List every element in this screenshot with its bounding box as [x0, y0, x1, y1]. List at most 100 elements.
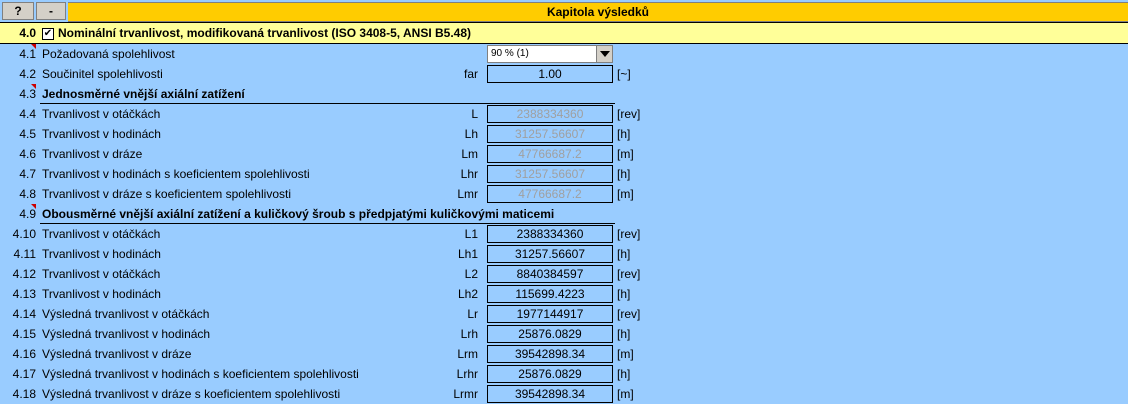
row-life-revolutions: 4.4 Trvanlivost v otáčkách L 2388334360 …: [0, 104, 1128, 124]
row-reliability-factor: 4.2 Součinitel spolehlivosti far 1.00 [~…: [0, 64, 1128, 84]
row-resulting-life-hours: 4.15 Výsledná trvanlivost v hodinách Lrh…: [0, 324, 1128, 344]
row-resulting-life-revolutions: 4.14 Výsledná trvanlivost v otáčkách Lr …: [0, 304, 1128, 324]
help-button[interactable]: ?: [2, 2, 34, 20]
section-checkbox[interactable]: ✔: [42, 28, 54, 40]
row-label: Požadovaná spolehlivost: [42, 47, 175, 61]
row-label: Trvanlivost v otáčkách: [42, 227, 161, 241]
row-symbol: L1: [464, 227, 478, 241]
row-label: Trvanlivost v hodinách: [42, 127, 161, 141]
row-life-hours-1: 4.11 Trvanlivost v hodinách Lh1 31257.56…: [0, 244, 1128, 264]
row-symbol: Lrmr: [453, 387, 478, 401]
row-symbol: Lmr: [457, 187, 478, 201]
row-unit: [m]: [617, 387, 634, 401]
row-label: Trvanlivost v hodinách s koeficientem sp…: [42, 167, 310, 181]
collapse-button[interactable]: -: [36, 2, 66, 20]
row-symbol: Lh2: [457, 287, 478, 301]
row-required-reliability: 4.1 Požadovaná spolehlivost 90 % (1): [0, 44, 1128, 64]
row-symbol: Lm: [461, 147, 478, 161]
row-value: 2388334360: [487, 105, 613, 123]
row-resulting-life-distance-reliability: 4.18 Výsledná trvanlivost v dráze s koef…: [0, 384, 1128, 404]
row-symbol: Lhr: [460, 167, 478, 181]
row-value: 47766687.2: [487, 185, 613, 203]
row-number: 4.9: [19, 207, 36, 221]
row-number: 4.11: [13, 247, 36, 261]
row-life-distance-reliability: 4.8 Trvanlivost v dráze s koeficientem s…: [0, 184, 1128, 204]
row-symbol: L: [471, 107, 478, 121]
row-number: 4.4: [19, 107, 36, 121]
row-value: 31257.56607: [487, 245, 613, 263]
row-life-distance: 4.6 Trvanlivost v dráze Lm 47766687.2 [m…: [0, 144, 1128, 164]
row-label: Výsledná trvanlivost v hodinách s koefic…: [42, 367, 359, 381]
row-number: 4.7: [19, 167, 36, 181]
chevron-down-icon[interactable]: [596, 46, 612, 62]
row-symbol: Lr: [467, 307, 478, 321]
row-life-hours-2: 4.13 Trvanlivost v hodinách Lh2 115699.4…: [0, 284, 1128, 304]
row-value: 25876.0829: [487, 365, 613, 383]
row-label: Výsledná trvanlivost v dráze s koeficien…: [42, 387, 341, 401]
row-unit: [h]: [617, 367, 631, 381]
row-life-revolutions-1: 4.10 Trvanlivost v otáčkách L1 238833436…: [0, 224, 1128, 244]
row-unit: [~]: [617, 67, 631, 81]
row-label: Trvanlivost v hodinách: [42, 247, 161, 261]
row-number: 4.17: [12, 367, 36, 381]
row-unit: [h]: [617, 247, 631, 261]
row-value: 31257.56607: [487, 165, 613, 183]
row-value: 1977144917: [487, 305, 613, 323]
row-number: 4.14: [12, 307, 36, 321]
section-header: 4.0 ✔ Nominální trvanlivost, modifikovan…: [0, 22, 1128, 44]
row-symbol: far: [463, 67, 478, 81]
row-value: 47766687.2: [487, 145, 613, 163]
row-value: 31257.56607: [487, 125, 613, 143]
row-unit: [rev]: [617, 307, 641, 321]
row-value: 115699.4223: [487, 285, 613, 303]
row-number: 4.18: [12, 387, 36, 401]
row-unit: [h]: [617, 327, 631, 341]
select-value: 90 % (1): [491, 48, 529, 59]
row-value: 39542898.34: [487, 345, 613, 363]
row-symbol: Lrhr: [456, 367, 478, 381]
row-number: 4.1: [19, 47, 36, 61]
row-resulting-life-hours-reliability: 4.17 Výsledná trvanlivost v hodinách s k…: [0, 364, 1128, 384]
chapter-title: Kapitola výsledků: [68, 2, 1128, 22]
row-resulting-life-distance: 4.16 Výsledná trvanlivost v dráze Lrm 39…: [0, 344, 1128, 364]
section-title: Nominální trvanlivost, modifikovaná trva…: [58, 26, 472, 40]
row-unit: [h]: [617, 287, 631, 301]
row-number: 4.5: [19, 127, 36, 141]
row-unit: [m]: [617, 147, 634, 161]
subheader-label: Obousměrné vnější axiální zatížení a kul…: [42, 207, 555, 221]
row-number: 4.2: [19, 67, 36, 81]
row-label: Výsledná trvanlivost v dráze: [42, 347, 192, 361]
row-unit: [rev]: [617, 107, 641, 121]
top-bar: ? - Kapitola výsledků: [0, 0, 1128, 22]
row-label: Trvanlivost v otáčkách: [42, 267, 161, 281]
row-number: 4.8: [19, 187, 36, 201]
row-number: 4.6: [19, 147, 36, 161]
row-unit: [h]: [617, 127, 631, 141]
row-value: 25876.0829: [487, 325, 613, 343]
row-value: 39542898.34: [487, 385, 613, 403]
row-label: Trvanlivost v dráze: [42, 147, 143, 161]
reliability-select[interactable]: 90 % (1): [487, 45, 613, 63]
row-label: Výsledná trvanlivost v hodinách: [42, 327, 211, 341]
row-value: 8840384597: [487, 265, 613, 283]
row-unit: [m]: [617, 187, 634, 201]
row-symbol: Lh: [464, 127, 478, 141]
row-subheader-bidirectional: 4.9 Obousměrné vnější axiální zatížení a…: [0, 204, 1128, 224]
row-unit: [m]: [617, 347, 634, 361]
row-symbol: L2: [464, 267, 478, 281]
row-number: 4.15: [12, 327, 36, 341]
row-subheader-unidirectional: 4.3 Jednosměrné vnější axiální zatížení: [0, 84, 1128, 104]
row-symbol: Lrh: [460, 327, 478, 341]
subheader-label: Jednosměrné vnější axiální zatížení: [42, 87, 245, 101]
section-number: 4.0: [19, 26, 36, 40]
row-life-revolutions-2: 4.12 Trvanlivost v otáčkách L2 884038459…: [0, 264, 1128, 284]
row-life-hours-reliability: 4.7 Trvanlivost v hodinách s koeficiente…: [0, 164, 1128, 184]
row-value: 1.00: [487, 65, 613, 83]
row-label: Trvanlivost v otáčkách: [42, 107, 161, 121]
row-label: Trvanlivost v hodinách: [42, 287, 161, 301]
row-number: 4.10: [12, 227, 36, 241]
row-number: 4.16: [12, 347, 36, 361]
row-symbol: Lrm: [457, 347, 478, 361]
row-value: 2388334360: [487, 225, 613, 243]
row-label: Součinitel spolehlivosti: [42, 67, 163, 81]
